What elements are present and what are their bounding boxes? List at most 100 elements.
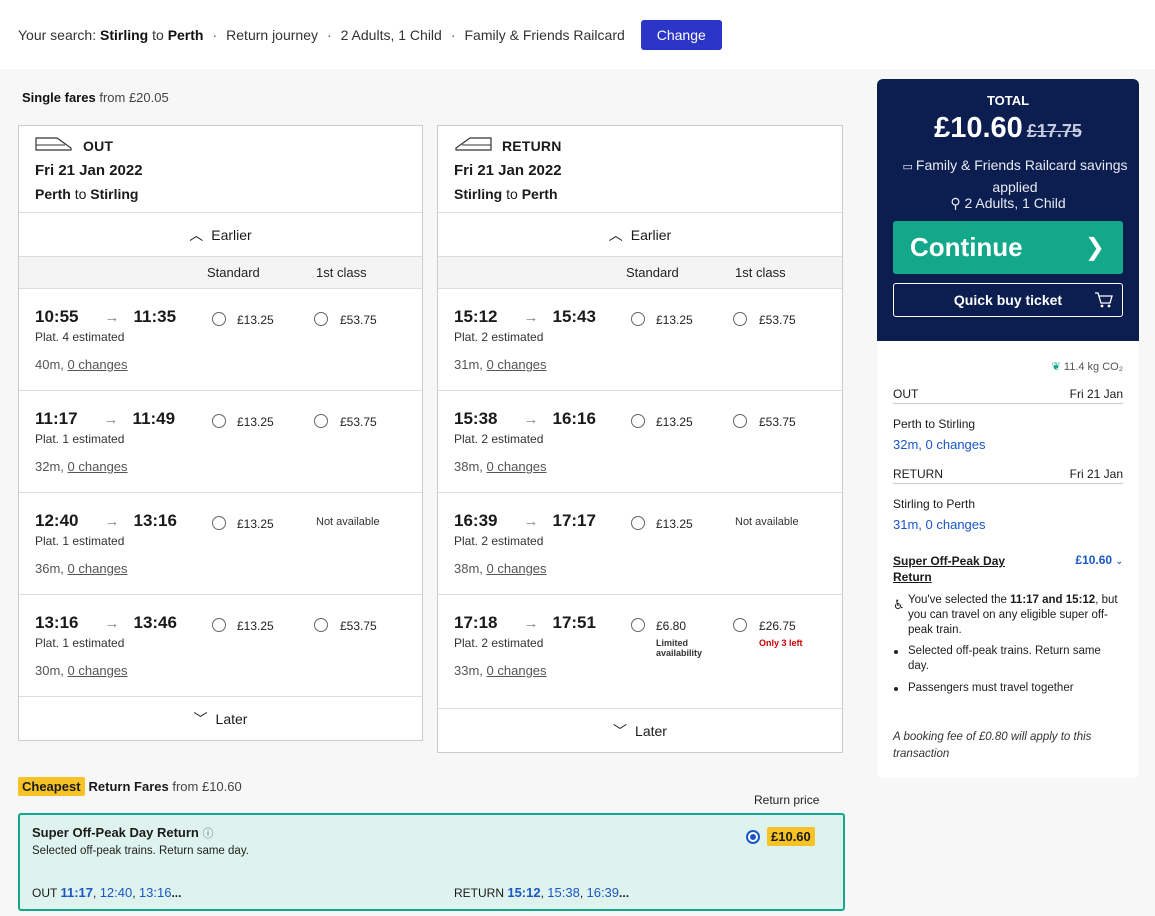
later-label: Later: [635, 723, 667, 739]
duration-info: 36m, 0 changes: [35, 561, 128, 576]
fare-radio-selected[interactable]: [746, 830, 760, 844]
departure-time: 12:40: [35, 511, 79, 530]
booking-fee-note: A booking fee of £0.80 will apply to thi…: [893, 731, 1092, 760]
fare-out-time[interactable]: 12:40: [100, 885, 133, 900]
platform-info: Plat. 1 estimated: [35, 432, 125, 446]
chevron-up-icon: ︿: [608, 226, 623, 243]
summary-return-label: RETURN: [893, 467, 943, 481]
first-class-fare-radio[interactable]: [314, 312, 328, 326]
later-button[interactable]: ﹀ Later: [19, 697, 422, 741]
standard-fare-price: £13.25: [656, 517, 693, 531]
standard-fare-radio[interactable]: [631, 516, 645, 530]
arrow-right-icon: →: [523, 614, 539, 632]
fare-return-time[interactable]: 15:12: [507, 885, 540, 900]
return-to: Perth: [521, 186, 558, 202]
earlier-label: Earlier: [211, 226, 252, 243]
column-headers: Standard 1st class: [438, 257, 842, 289]
changes-link[interactable]: 0 changes: [487, 459, 547, 474]
standard-fare-price: £13.25: [656, 415, 693, 429]
return-date: Fri 21 Jan 2022: [454, 162, 562, 179]
platform-info: Plat. 4 estimated: [35, 330, 125, 344]
fare-price: £10.60: [767, 827, 815, 846]
arrow-right-icon: →: [523, 410, 539, 428]
fare-out-time[interactable]: 11:17: [60, 885, 93, 900]
duration-info: 31m, 0 changes: [454, 357, 547, 372]
train-row: 15:12 → 15:43 Plat. 2 estimated 31m, 0 chang…: [438, 289, 842, 391]
standard-fare-radio[interactable]: [212, 312, 226, 326]
changes-link[interactable]: 0 changes: [68, 561, 128, 576]
changes-link[interactable]: 0 changes: [487, 663, 547, 678]
earlier-button[interactable]: ︿ Earlier: [438, 213, 842, 257]
train-icon: [35, 137, 72, 151]
standard-fare-radio[interactable]: [212, 618, 226, 632]
departure-time: 16:39: [454, 511, 498, 530]
platform-info: Plat. 1 estimated: [35, 636, 125, 650]
search-from: Stirling: [99, 26, 149, 43]
earlier-label: Earlier: [630, 226, 672, 243]
summary-out-detail[interactable]: 32m, 0 changes: [893, 437, 986, 452]
train-row: 17:18 → 17:51 Plat. 2 estimated 33m, 0 chang…: [438, 595, 842, 709]
later-button[interactable]: ﹀ Later: [438, 709, 842, 753]
duration-info: 32m, 0 changes: [35, 459, 128, 474]
changes-link[interactable]: 0 changes: [68, 459, 128, 474]
standard-fare-radio[interactable]: [212, 414, 226, 428]
fare-out-time[interactable]: 13:16: [139, 885, 172, 900]
co2-text: 11.4 kg CO₂: [1063, 361, 1123, 373]
changes-link[interactable]: 0 changes: [68, 663, 128, 678]
standard-fare-radio[interactable]: [212, 516, 226, 530]
chevron-right-icon: ❯: [1084, 234, 1105, 261]
journey-times: 12:40 → 13:16: [35, 511, 177, 531]
arrow-right-icon: →: [103, 410, 119, 428]
standard-fare-radio[interactable]: [631, 414, 645, 428]
changes-link[interactable]: 0 changes: [68, 357, 128, 372]
standard-fare-price: £13.25: [237, 313, 274, 327]
arrival-time: 13:46: [133, 613, 177, 632]
first-class-fare-radio[interactable]: [733, 312, 747, 326]
fare-out-label: OUT: [32, 886, 58, 900]
arrival-time: 15:43: [552, 307, 596, 326]
fare-out-times: OUT 11:17, 12:40, 13:16...: [32, 885, 182, 900]
earlier-button[interactable]: ︿ Earlier: [19, 213, 422, 257]
first-class-fare-price: £53.75: [340, 313, 377, 327]
return-label: RETURN: [502, 138, 562, 154]
summary-fare-name[interactable]: Super Off-Peak Day Return: [893, 553, 1033, 585]
quick-buy-button[interactable]: Quick buy ticket: [893, 283, 1123, 317]
outbound-to: Stirling: [90, 186, 139, 202]
summary-fare-price[interactable]: £10.60 ⌄: [1075, 553, 1123, 567]
changes-link[interactable]: 0 changes: [487, 561, 547, 576]
fare-return-time[interactable]: 16:39: [586, 885, 619, 900]
standard-fare-radio[interactable]: [631, 312, 645, 326]
selection-note: You've selected the 11:17 and 15:12, but…: [908, 593, 1120, 638]
continue-button[interactable]: Continue ❯: [893, 221, 1123, 274]
change-search-button[interactable]: Change: [640, 19, 722, 50]
first-class-fare-price: £26.75: [759, 619, 796, 633]
fare-option-card[interactable]: Super Off-Peak Day Return ⓘ Selected off…: [18, 813, 845, 911]
info-icon[interactable]: ⓘ: [203, 828, 214, 840]
first-class-fare-radio[interactable]: [314, 414, 328, 428]
arrival-time: 16:16: [552, 409, 596, 428]
changes-link[interactable]: 0 changes: [487, 357, 547, 372]
arrow-right-icon: →: [104, 512, 120, 530]
search-to-word: to: [152, 26, 164, 43]
journey-times: 15:38 → 16:16: [454, 409, 596, 429]
first-class-fare-radio[interactable]: [733, 618, 747, 632]
first-class-unavailable: Not available: [316, 516, 380, 528]
co2-emission: ❦ 11.4 kg CO₂: [1052, 360, 1123, 373]
selection-time-1: 11:17: [1010, 594, 1039, 606]
fare-return-time[interactable]: 15:38: [547, 885, 580, 900]
original-price: £17.75: [1026, 121, 1082, 141]
first-class-fare-radio[interactable]: [314, 618, 328, 632]
selection-note-a: You've selected the: [908, 594, 1011, 606]
platform-info: Plat. 1 estimated: [35, 534, 125, 548]
first-class-fare-radio[interactable]: [733, 414, 747, 428]
summary-return-row: RETURN Fri 21 Jan: [893, 467, 1123, 484]
quick-buy-label: Quick buy ticket: [953, 292, 1063, 308]
duration-info: 38m, 0 changes: [454, 561, 547, 576]
first-class-fare-price: £53.75: [759, 415, 796, 429]
standard-fare-radio[interactable]: [631, 618, 645, 632]
arrival-time: 17:17: [552, 511, 596, 530]
arrow-right-icon: →: [523, 512, 539, 530]
single-fares-title: Single fares from £20.05: [22, 90, 169, 105]
summary-bullet-1: Selected off-peak trains. Return same da…: [894, 644, 1120, 674]
summary-return-detail[interactable]: 31m, 0 changes: [893, 517, 986, 532]
